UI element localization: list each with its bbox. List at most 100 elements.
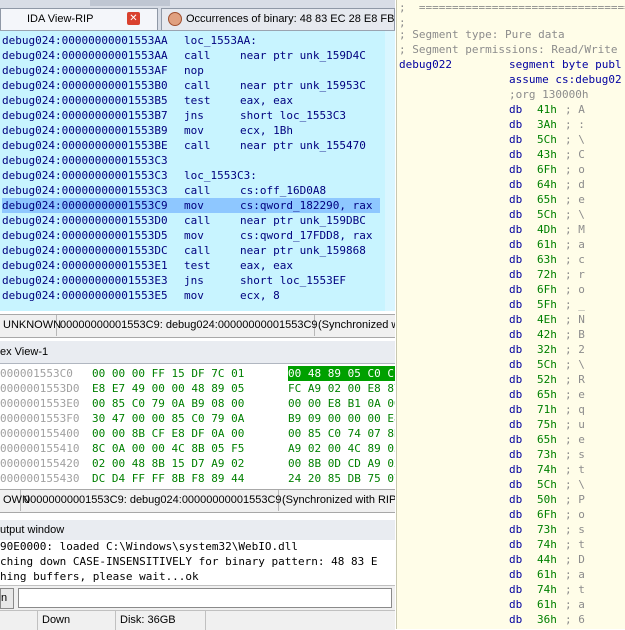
disasm-line[interactable]: debug024:00000000001553B0 call near ptr un… (2, 78, 382, 93)
hex-row[interactable]: 0000001553D0 E8 E7 49 00 00 48 89 05 FC A9… (0, 381, 395, 396)
hex-row[interactable]: 000000155400 00 00 8B CF E8 DF 0A 00 00 85… (0, 426, 395, 441)
output-window-title[interactable]: utput window (0, 520, 395, 541)
tab-ida-view-rip[interactable]: IDA View-RIP ✕ (0, 8, 158, 30)
hex-view[interactable]: 000001553C0 00 00 00 FF 15 DF 7C 01 00 48 … (0, 364, 395, 486)
data-byte-line[interactable]: db 6Fh ; o (397, 162, 625, 177)
disasm-line[interactable]: debug024:00000000001553AA loc_1553AA: (2, 33, 382, 48)
data-byte-line[interactable]: db 5Ch ; \ (397, 207, 625, 222)
disasm-line[interactable]: debug024:00000000001553B5 test eax, eax (2, 93, 382, 108)
disasm-line[interactable]: debug024:00000000001553E1 test eax, eax (2, 258, 382, 273)
line-address: debug024:00000000001553B7 (2, 109, 168, 122)
hex-row[interactable]: 000000155420 02 00 48 8B 15 D7 A9 02 00 8B… (0, 456, 395, 471)
hex-address: 000000155420 (0, 457, 80, 470)
db-directive: db (509, 358, 523, 371)
data-byte-line[interactable]: db 5Ch ; \ (397, 477, 625, 492)
byte-value: 74h (537, 463, 557, 476)
byte-value: 65h (537, 388, 557, 401)
data-byte-line[interactable]: db 65h ; e (397, 387, 625, 402)
disasm-line[interactable]: debug024:00000000001553BE call near ptr un… (2, 138, 382, 153)
data-byte-line[interactable]: db 5Ch ; \ (397, 357, 625, 372)
data-segment-view[interactable]: ; ================================ ; ; S… (396, 0, 625, 629)
char-comment: ; u (565, 418, 585, 431)
tab-occurrences[interactable]: Occurrences of binary: 48 83 EC 28 E8 FB… (161, 8, 395, 30)
char-comment: ; \ (565, 208, 585, 221)
byte-value: 61h (537, 238, 557, 251)
data-byte-line[interactable]: db 42h ; B (397, 327, 625, 342)
data-byte-line[interactable]: db 4Dh ; M (397, 222, 625, 237)
hex-row[interactable]: 0000001553E0 00 85 C0 79 0A B9 08 00 00 00… (0, 396, 395, 411)
line-address: debug024:00000000001553B0 (2, 79, 168, 92)
disasm-line[interactable]: debug024:00000000001553C3 call cs:off_16D0… (2, 183, 382, 198)
byte-value: 6Fh (537, 163, 557, 176)
data-byte-line[interactable]: db 6Fh ; o (397, 282, 625, 297)
char-comment: ; 6 (565, 613, 585, 626)
data-byte-line[interactable]: db 5Fh ; _ (397, 297, 625, 312)
data-byte-line[interactable]: db 36h ; 6 (397, 612, 625, 627)
data-byte-line[interactable]: db 74h ; t (397, 462, 625, 477)
hex-row[interactable]: 000000155430 DC D4 FF FF 8B F8 89 44 24 20… (0, 471, 395, 486)
hex-bytes: 00 00 8B CF E8 DF 0A 00 (92, 427, 245, 440)
data-byte-line[interactable]: db 74h ; t (397, 537, 625, 552)
data-byte-line[interactable]: db 72h ; r (397, 267, 625, 282)
hex-bytes: 02 00 48 8B 15 D7 A9 02 (92, 457, 245, 470)
disasm-line[interactable]: debug024:00000000001553C3 loc_1553C3: (2, 168, 382, 183)
data-byte-line[interactable]: db 61h ; a (397, 597, 625, 612)
disassembly-view[interactable]: debug024:00000000001553AA loc_1553AA: debu… (0, 31, 395, 311)
close-icon[interactable]: ✕ (127, 12, 140, 25)
data-byte-line[interactable]: db 32h ; 2 (397, 342, 625, 357)
data-byte-line[interactable]: db 43h ; C (397, 147, 625, 162)
hex-row[interactable]: 000001553C0 00 00 00 FF 15 DF 7C 01 00 48 … (0, 366, 395, 381)
data-byte-line[interactable]: db 75h ; u (397, 417, 625, 432)
data-byte-line[interactable]: db 63h ; c (397, 252, 625, 267)
data-byte-line[interactable]: db 73h ; s (397, 522, 625, 537)
disasm-line[interactable]: debug024:00000000001553C3 (2, 153, 382, 168)
data-byte-line[interactable]: db 74h ; t (397, 582, 625, 597)
disasm-line[interactable]: debug024:00000000001553AA call near ptr un… (2, 48, 382, 63)
byte-value: 65h (537, 193, 557, 206)
hex-bytes: B9 09 00 00 00 E8 9 (288, 412, 395, 425)
char-comment: ; o (565, 508, 585, 521)
char-comment: ; s (565, 523, 585, 536)
disasm-line[interactable]: debug024:00000000001553E3 jns short loc_15… (2, 273, 382, 288)
disasm-line[interactable]: debug024:00000000001553D5 mov cs:qword_17F… (2, 228, 382, 243)
data-byte-line[interactable]: db 6Fh ; o (397, 507, 625, 522)
data-byte-line[interactable]: db 3Ah ; : (397, 117, 625, 132)
disasm-line[interactable]: debug024:00000000001553AF nop (2, 63, 382, 78)
data-byte-line[interactable]: db 44h ; D (397, 552, 625, 567)
disasm-line-selected[interactable]: debug024:00000000001553C9 mov cs:qword_182… (2, 198, 380, 213)
disasm-line[interactable]: debug024:00000000001553B7 jns short loc_15… (2, 108, 382, 123)
disasm-line[interactable]: debug024:00000000001553D0 call near ptr un… (2, 213, 382, 228)
data-byte-line[interactable]: db 4Eh ; N (397, 312, 625, 327)
status-direction: Down (38, 611, 116, 630)
data-byte-line[interactable]: db 65h ; e (397, 192, 625, 207)
hex-row[interactable]: 000000155410 8C 0A 00 00 4C 8B 05 F5 A9 02… (0, 441, 395, 456)
line-address: debug024:00000000001553B9 (2, 124, 168, 137)
data-byte-line[interactable]: db 61h ; a (397, 567, 625, 582)
disasm-line[interactable]: debug024:00000000001553DC call near ptr un… (2, 243, 382, 258)
data-byte-line[interactable]: db 71h ; q (397, 402, 625, 417)
data-byte-line[interactable]: db 64h ; d (397, 177, 625, 192)
operands: ecx, 8 (240, 289, 280, 302)
tab-label: IDA View-RIP (27, 13, 94, 25)
data-byte-line[interactable]: db 61h ; a (397, 237, 625, 252)
command-language-button[interactable]: n (0, 588, 14, 609)
data-byte-line[interactable]: db 52h ; R (397, 372, 625, 387)
command-input[interactable] (18, 588, 392, 608)
byte-value: 44h (537, 553, 557, 566)
data-byte-line[interactable]: db 73h ; s (397, 447, 625, 462)
disasm-line[interactable]: debug024:00000000001553E5 mov ecx, 8 (2, 288, 382, 303)
output-window[interactable]: 90E0000: loaded C:\Windows\system32\WebI… (0, 540, 395, 584)
data-byte-line[interactable]: db 41h ; A (397, 102, 625, 117)
data-byte-line[interactable]: db 5Ch ; \ (397, 132, 625, 147)
disasm-line[interactable]: debug024:00000000001553B9 mov ecx, 1Bh (2, 123, 382, 138)
vertical-scrollbar[interactable] (385, 31, 395, 311)
hex-row[interactable]: 0000001553F0 30 47 00 00 85 C0 79 0A B9 09… (0, 411, 395, 426)
data-byte-line[interactable]: db 65h ; e (397, 432, 625, 447)
hex-view-title[interactable]: ex View-1 (0, 341, 395, 364)
data-byte-line[interactable]: db 50h ; P (397, 492, 625, 507)
db-directive: db (509, 433, 523, 446)
char-comment: ; 2 (565, 343, 585, 356)
line-address: debug024:00000000001553BE (2, 139, 168, 152)
mnemonic: call (184, 244, 211, 257)
db-directive: db (509, 403, 523, 416)
